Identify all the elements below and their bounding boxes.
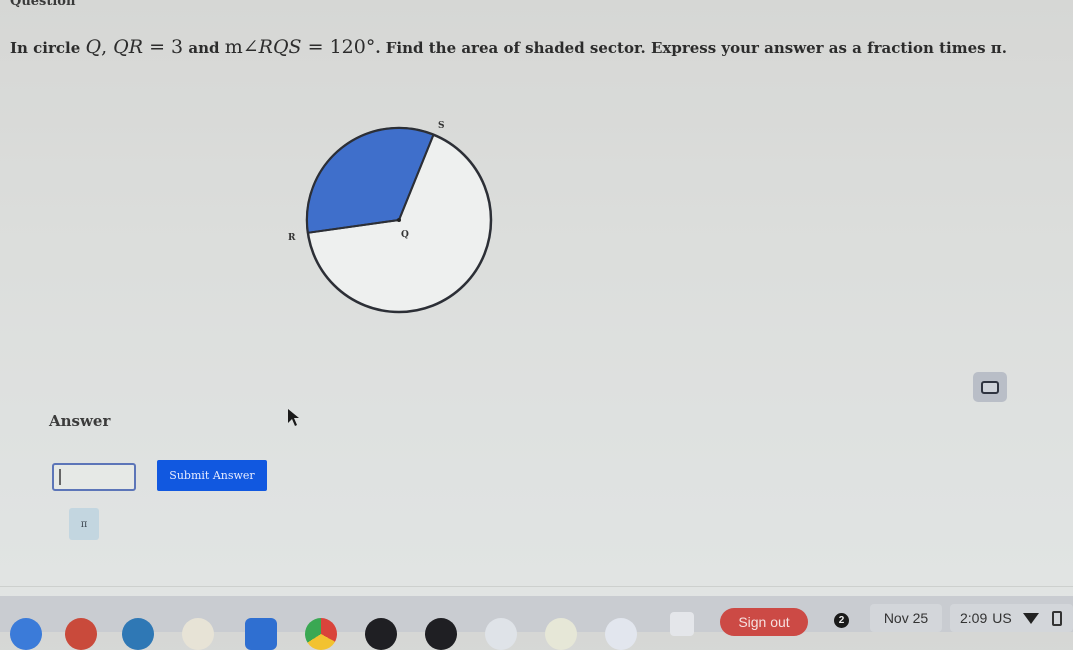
label-r: R	[288, 233, 296, 243]
radius-value: 3	[171, 36, 184, 58]
status-tray[interactable]: 2:09 US	[950, 604, 1073, 632]
notification-badge[interactable]: 2	[834, 613, 849, 628]
files-app-icon[interactable]	[10, 618, 42, 650]
center-point-q	[397, 218, 401, 222]
clock-time: 2:09	[960, 610, 988, 626]
question-suffix: . Find the area of shaded sector. Expres…	[375, 39, 1007, 57]
page-divider	[0, 586, 1073, 587]
segment-name: QR	[113, 36, 144, 58]
app-icon-dark-w[interactable]	[365, 618, 397, 650]
date-display[interactable]: Nov 25	[870, 604, 942, 632]
keyboard-toggle-button[interactable]	[973, 372, 1007, 402]
app-icon-circle[interactable]	[605, 618, 637, 650]
equals-sign-2: =	[301, 36, 330, 58]
app-icon-wave[interactable]	[485, 618, 517, 650]
circle-name: Q	[85, 36, 102, 58]
question-prefix: In circle	[10, 39, 86, 57]
keyboard-icon	[981, 380, 999, 394]
app-icon-classroom[interactable]	[545, 618, 577, 650]
and-word: and	[183, 39, 225, 57]
app-icon-red[interactable]	[65, 618, 97, 650]
answer-input[interactable]	[52, 463, 136, 491]
question-header: Question	[10, 0, 76, 9]
locale-indicator: US	[992, 610, 1012, 626]
question-text: In circle Q, QR = 3 and m∠RQS = 120°. Fi…	[10, 36, 1007, 58]
equals-sign: =	[143, 36, 172, 58]
mouse-pointer-icon	[288, 409, 299, 426]
app-icon-blue[interactable]	[122, 618, 154, 650]
submit-answer-button[interactable]: Submit Answer	[157, 460, 267, 491]
pi-symbol-button[interactable]: π	[69, 508, 99, 540]
battery-icon	[1051, 610, 1062, 626]
answer-label: Answer	[49, 412, 111, 430]
text-caret	[59, 469, 61, 485]
docs-app-icon[interactable]	[245, 618, 277, 650]
screen-capture-icon[interactable]	[670, 612, 694, 636]
chrome-app-icon[interactable]	[305, 618, 337, 650]
angle-name: ∠RQS	[242, 36, 302, 58]
circle-figure: S R Q	[288, 121, 493, 314]
angle-value: 120°	[329, 36, 376, 58]
wifi-icon	[1022, 612, 1039, 624]
app-icon-dark-camera[interactable]	[425, 618, 457, 650]
app-icon-light[interactable]	[182, 618, 214, 650]
separator: ,	[101, 36, 114, 58]
label-s: S	[438, 121, 445, 131]
measure-m: m	[224, 36, 243, 58]
label-q: Q	[401, 230, 409, 240]
